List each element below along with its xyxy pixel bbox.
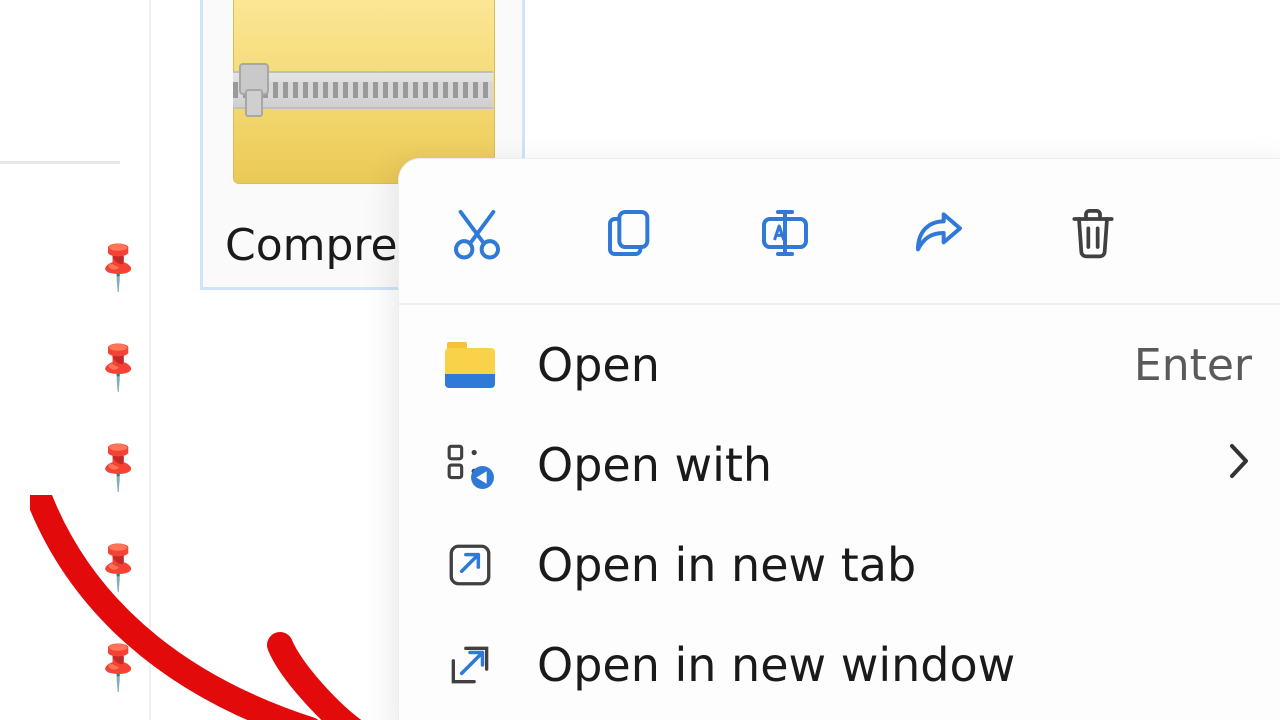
scissors-icon bbox=[449, 205, 505, 261]
copy-icon bbox=[603, 205, 659, 261]
menu-item-open-new-tab[interactable]: Open in new tab bbox=[399, 515, 1280, 615]
new-window-icon bbox=[445, 640, 495, 690]
menu-item-label: Open bbox=[537, 338, 1092, 392]
new-tab-icon bbox=[445, 540, 495, 590]
menu-item-open-with[interactable]: Open with bbox=[399, 415, 1280, 515]
menu-item-open[interactable]: Open Enter bbox=[399, 315, 1280, 415]
share-button[interactable] bbox=[899, 197, 979, 269]
chevron-right-icon bbox=[1228, 440, 1252, 491]
rename-icon bbox=[757, 205, 813, 261]
copy-button[interactable] bbox=[591, 197, 671, 269]
open-with-icon bbox=[445, 440, 495, 490]
pin-icon: 📌 bbox=[88, 334, 149, 395]
sidebar: 📌 📌 📌 📌 📌 bbox=[0, 0, 150, 720]
delete-button[interactable] bbox=[1053, 197, 1133, 269]
rename-button[interactable] bbox=[745, 197, 825, 269]
open-folder-icon bbox=[445, 340, 495, 390]
menu-item-open-new-window[interactable]: Open in new window bbox=[399, 615, 1280, 715]
share-icon bbox=[911, 205, 967, 261]
pin-icon: 📌 bbox=[88, 634, 149, 695]
menu-item-label: Open with bbox=[537, 438, 1186, 492]
trash-icon bbox=[1065, 205, 1121, 261]
pin-icon: 📌 bbox=[88, 534, 149, 595]
explorer-viewport: 📌 📌 📌 📌 📌 Compress bbox=[0, 0, 1280, 720]
sidebar-border bbox=[149, 0, 151, 720]
pin-icon: 📌 bbox=[88, 234, 149, 295]
context-toolbar bbox=[399, 159, 1280, 305]
sidebar-divider bbox=[0, 161, 120, 164]
menu-item-label: Open in new tab bbox=[537, 538, 1252, 592]
cut-button[interactable] bbox=[437, 197, 517, 269]
context-menu: Open Enter Open w bbox=[398, 158, 1280, 720]
pin-icon: 📌 bbox=[88, 434, 149, 495]
menu-items: Open Enter Open w bbox=[399, 305, 1280, 720]
menu-item-shortcut: Enter bbox=[1134, 340, 1252, 391]
menu-item-label: Open in new window bbox=[537, 638, 1252, 692]
